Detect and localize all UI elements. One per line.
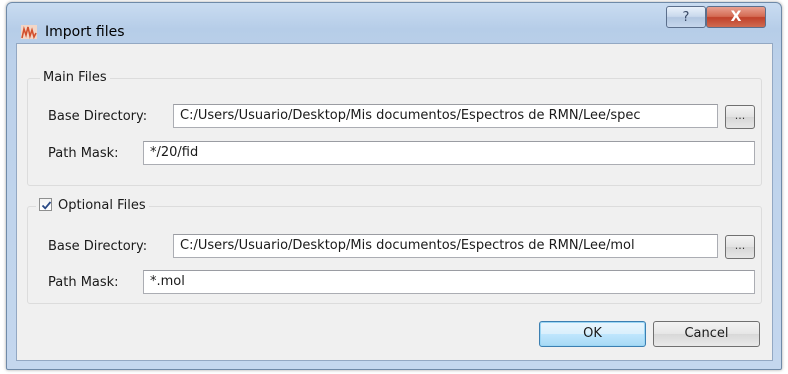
main-base-directory-label: Base Directory:: [48, 109, 148, 124]
checkmark-icon: [41, 201, 52, 210]
optional-browse-button[interactable]: ...: [725, 235, 755, 259]
main-files-group: Main Files Base Directory: C:/Users/Usua…: [27, 70, 762, 186]
optional-files-group: Optional Files Base Directory: C:/Users/…: [27, 198, 762, 304]
main-browse-button[interactable]: ...: [725, 105, 755, 129]
main-base-directory-field[interactable]: C:/Users/Usuario/Desktop/Mis documentos/…: [173, 104, 718, 128]
ok-button[interactable]: OK: [539, 321, 646, 347]
close-icon: X: [730, 9, 742, 25]
app-icon: [21, 25, 37, 40]
optional-path-mask-label: Path Mask:: [48, 275, 119, 290]
optional-base-directory-field[interactable]: C:/Users/Usuario/Desktop/Mis documentos/…: [173, 234, 718, 258]
help-icon: ?: [682, 9, 690, 25]
main-path-mask-field[interactable]: */20/fid: [143, 141, 755, 165]
main-path-mask-label: Path Mask:: [48, 146, 119, 161]
close-button[interactable]: X: [706, 6, 766, 28]
help-button[interactable]: ?: [666, 6, 706, 28]
cancel-button[interactable]: Cancel: [653, 321, 760, 347]
window-title: Import files: [45, 24, 125, 40]
optional-files-header[interactable]: Optional Files: [36, 198, 149, 213]
title-bar[interactable]: Import files ? X: [7, 3, 781, 41]
optional-files-title: Optional Files: [58, 198, 146, 213]
optional-base-directory-label: Base Directory:: [48, 239, 148, 254]
optional-path-mask-field[interactable]: *.mol: [143, 270, 755, 294]
dialog-body: Main Files Base Directory: C:/Users/Usua…: [16, 43, 773, 361]
optional-files-checkbox[interactable]: [39, 198, 52, 211]
import-files-dialog: Import files ? X Main Files Base Directo…: [6, 2, 782, 370]
main-files-title: Main Files: [40, 70, 110, 85]
